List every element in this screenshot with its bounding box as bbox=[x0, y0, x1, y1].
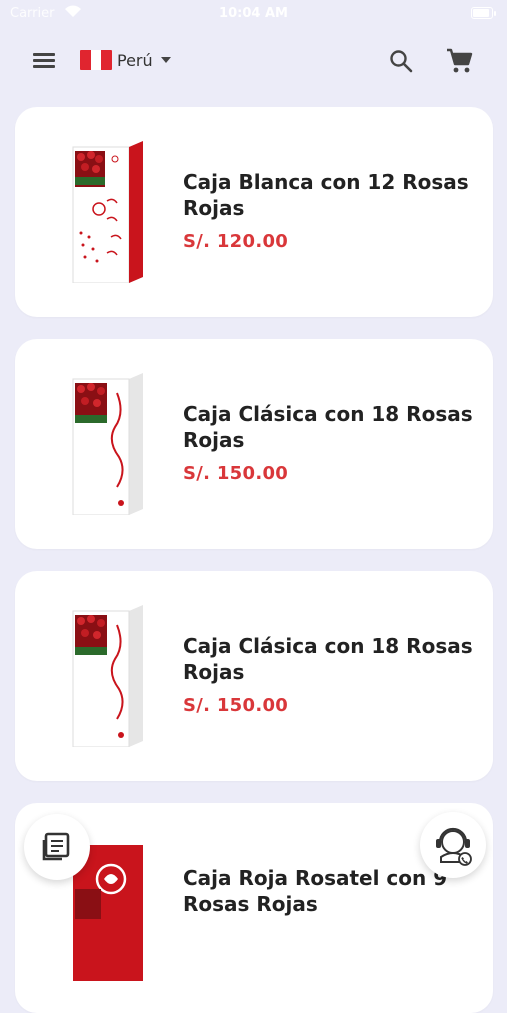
product-price: S/. 150.00 bbox=[183, 463, 289, 484]
product-card[interactable]: Caja Clásica con 18 Rosas Rojas S/. 150.… bbox=[15, 339, 493, 549]
support-button[interactable] bbox=[420, 812, 486, 878]
product-image bbox=[72, 605, 143, 747]
product-image bbox=[72, 141, 143, 283]
clock: 10:04 AM bbox=[219, 6, 288, 21]
product-price: S/. 150.00 bbox=[183, 695, 289, 716]
menu-button[interactable] bbox=[28, 48, 62, 72]
country-label: Perú bbox=[117, 50, 153, 70]
product-title: Caja Blanca con 12 Rosas Rojas bbox=[183, 170, 469, 220]
product-card[interactable]: Caja Clásica con 18 Rosas Rojas S/. 150.… bbox=[15, 571, 493, 781]
product-image bbox=[72, 373, 143, 515]
product-card[interactable]: Caja Blanca con 12 Rosas Rojas S/. 120.0… bbox=[15, 107, 493, 317]
peru-flag-icon bbox=[80, 50, 112, 70]
product-title: Caja Clásica con 18 Rosas Rojas bbox=[183, 634, 473, 684]
status-bar: Carrier 10:04 AM bbox=[0, 0, 507, 28]
catalog-icon bbox=[42, 832, 70, 861]
product-title: Caja Clásica con 18 Rosas Rojas bbox=[183, 402, 473, 452]
product-price: S/. 120.00 bbox=[183, 231, 289, 252]
app-bar: Perú bbox=[0, 36, 507, 84]
battery-icon bbox=[471, 7, 496, 19]
cart-button[interactable] bbox=[444, 46, 474, 76]
support-agent-icon bbox=[436, 827, 472, 866]
country-selector[interactable]: Perú bbox=[80, 48, 171, 72]
catalog-button[interactable] bbox=[24, 814, 90, 880]
caret-down-icon bbox=[160, 57, 171, 63]
search-icon bbox=[390, 50, 413, 73]
cart-icon bbox=[447, 48, 473, 73]
search-button[interactable] bbox=[386, 46, 416, 76]
